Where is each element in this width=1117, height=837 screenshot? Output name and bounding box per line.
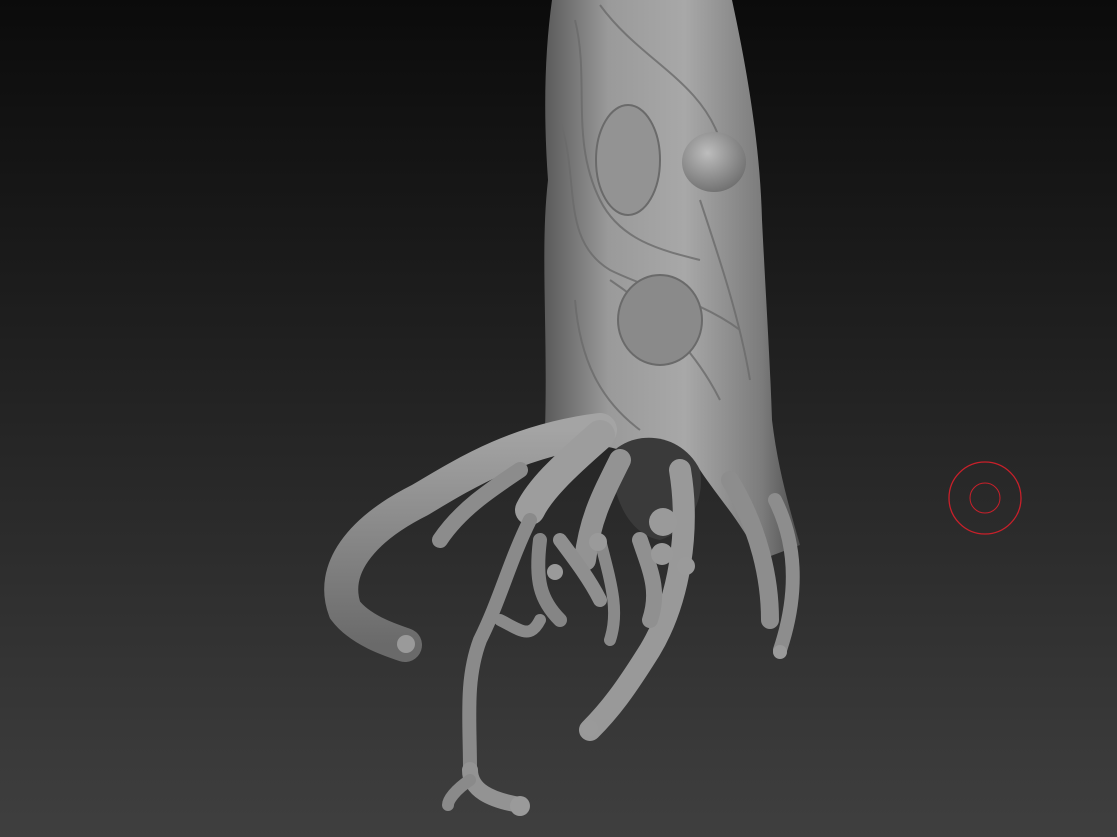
- brush-cursor[interactable]: [948, 461, 1022, 535]
- brush-inner-ring: [969, 482, 1001, 514]
- bark-patch: [595, 104, 661, 216]
- tree-stump-model[interactable]: [0, 0, 1117, 837]
- branch-knot: [682, 132, 746, 192]
- bark-patch: [617, 274, 703, 366]
- brush-outer-ring: [948, 461, 1022, 535]
- roots: [324, 413, 800, 813]
- sculpt-viewport[interactable]: [0, 0, 1117, 837]
